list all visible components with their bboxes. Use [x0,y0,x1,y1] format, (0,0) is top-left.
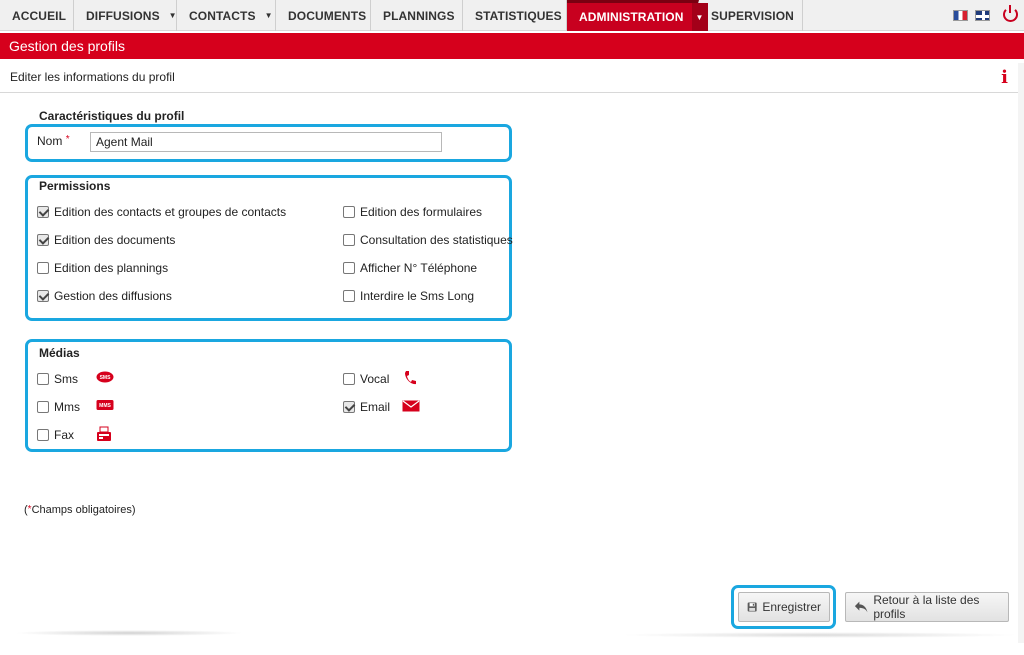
permission-checkbox[interactable] [37,206,49,218]
permission-item[interactable]: Edition des plannings [37,261,168,275]
media-label: Mms [54,400,80,414]
name-input[interactable] [90,132,442,152]
media-item[interactable]: Email [343,400,390,414]
french-flag-icon[interactable] [953,10,968,21]
name-label: Nom * [37,134,70,148]
permission-item[interactable]: Edition des documents [37,233,175,247]
permission-checkbox[interactable] [37,262,49,274]
tab-accueil[interactable]: ACCUEIL [0,0,74,31]
media-label: Email [360,400,391,414]
permission-label: Afficher N° Téléphone [360,261,478,275]
tab-label: CONTACTS [189,8,256,23]
caret-down-icon[interactable]: ▼ [265,11,273,20]
back-arrow-icon [854,601,868,613]
media-label: Fax [54,428,75,442]
required-fields-note: (*Champs obligatoires) [24,504,136,516]
phone-icon [403,370,417,386]
permission-checkbox[interactable] [343,290,355,302]
permission-label: Edition des plannings [54,261,169,275]
media-checkbox[interactable] [37,401,49,413]
save-label: Enregistrer [762,600,821,614]
tab-label: DOCUMENTS [288,8,367,23]
required-note-text: Champs obligatoires [31,504,132,516]
permission-checkbox[interactable] [343,206,355,218]
permission-checkbox[interactable] [37,290,49,302]
back-label: Retour à la liste des profils [873,593,980,621]
top-nav: ACCUEIL DIFFUSIONS ▼ CONTACTS ▼ DOCUMENTS … [0,0,1024,31]
permission-item[interactable]: Gestion des diffusions [37,289,172,303]
permission-label: Consultation des statistiques [360,233,513,247]
floppy-disk-icon [747,602,757,612]
sms-icon: SMS [96,371,114,383]
name-label-text: Nom [37,134,63,148]
required-mark: * [65,134,70,145]
caret-down-icon[interactable]: ▼ [169,11,177,20]
info-icon[interactable]: i [1001,69,1008,87]
tab-contacts[interactable]: CONTACTS ▼ [177,0,276,31]
permission-item[interactable]: Interdire le Sms Long [343,289,474,303]
permission-item[interactable]: Consultation des statistiques [343,233,513,247]
tab-documents[interactable]: DOCUMENTS [276,0,371,31]
section-header: Editer les informations du profil i [0,63,1018,93]
tab-label: STATISTIQUES [475,8,562,23]
tab-label: PLANNINGS [383,8,455,23]
media-item[interactable]: Mms [37,400,80,414]
uk-flag-icon[interactable] [975,10,990,21]
permission-label: Interdire le Sms Long [360,289,475,303]
permission-label: Gestion des diffusions [54,289,172,303]
media-item[interactable]: Vocal [343,372,389,386]
section-subtitle: Editer les informations du profil [10,70,175,84]
permission-item[interactable]: Afficher N° Téléphone [343,261,477,275]
save-button[interactable]: Enregistrer [738,592,830,622]
permissions-section-title: Permissions [39,179,111,193]
media-checkbox[interactable] [37,429,49,441]
permission-label: Edition des formulaires [360,205,483,219]
tab-diffusions[interactable]: DIFFUSIONS ▼ [74,0,177,31]
tab-statistiques[interactable]: STATISTIQUES [463,0,567,31]
media-checkbox[interactable] [37,373,49,385]
tab-label: ADMINISTRATION [579,10,684,24]
scrollbar[interactable] [1018,63,1024,643]
media-item[interactable]: Sms [37,372,78,386]
fax-icon [96,426,112,442]
tab-supervision[interactable]: SUPERVISION [699,0,803,31]
permission-item[interactable]: Edition des formulaires [343,205,482,219]
page-title: Gestion des profils [0,33,1024,59]
divider-shadow [620,632,1020,638]
media-checkbox[interactable] [343,401,355,413]
mms-icon-text: MMS [99,403,111,409]
tab-label: ACCUEIL [12,8,67,23]
permission-label: Edition des contacts et groupes de conta… [54,205,287,219]
permission-checkbox[interactable] [37,234,49,246]
permission-label: Edition des documents [54,233,176,247]
tab-label: DIFFUSIONS [86,8,160,23]
power-icon[interactable] [1003,5,1018,22]
tab-label: SUPERVISION [711,8,794,23]
permission-item[interactable]: Edition des contacts et groupes de conta… [37,205,286,219]
medias-section-title: Médias [39,346,80,360]
divider-shadow [14,630,244,636]
sms-icon-text: SMS [100,375,112,381]
back-to-list-button[interactable]: Retour à la liste des profils [845,592,1009,622]
media-checkbox[interactable] [343,373,355,385]
permission-checkbox[interactable] [343,262,355,274]
media-item[interactable]: Fax [37,428,74,442]
tab-administration[interactable]: ADMINISTRATION ▼ [567,0,708,31]
media-label: Sms [54,372,78,386]
media-label: Vocal [360,372,390,386]
permission-checkbox[interactable] [343,234,355,246]
email-icon [402,400,420,412]
mms-icon: MMS [96,399,114,411]
tab-plannings[interactable]: PLANNINGS [371,0,463,31]
profile-section-title: Caractéristiques du profil [39,109,185,123]
